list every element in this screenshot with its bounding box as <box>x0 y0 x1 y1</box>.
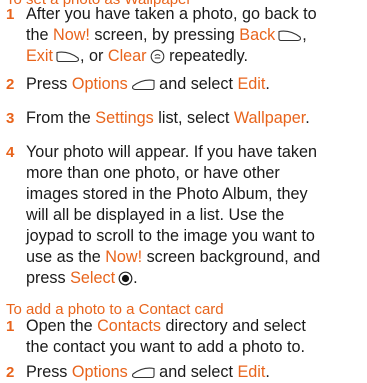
text: After you have taken a photo, go back to <box>26 5 317 23</box>
step-text: After you have taken a photo, go back to… <box>26 4 366 67</box>
text: use as the <box>26 248 106 266</box>
step-text: Open the Contacts directory and select t… <box>26 316 366 358</box>
options-key-label: Options <box>71 75 128 93</box>
text: Press <box>26 75 72 93</box>
select-key-label: Select <box>70 269 116 287</box>
now-screen-term: Now! <box>53 26 90 44</box>
step-text: Press Options and select Edit. <box>26 362 366 383</box>
step-number: 2 <box>6 76 15 93</box>
exit-key-label: Exit <box>26 47 53 65</box>
text: . <box>305 109 310 127</box>
text: repeatedly. <box>164 47 248 65</box>
softkey-left-icon <box>131 78 155 92</box>
text: and select <box>154 363 238 381</box>
manual-page: To set a photo as Wallpaper 1 After you … <box>0 0 367 383</box>
step-number: 1 <box>6 6 15 23</box>
clear-key-icon <box>150 49 165 64</box>
text: From the <box>26 109 96 127</box>
step-number: 1 <box>6 318 15 335</box>
settings-term: Settings <box>95 109 154 127</box>
text: , or <box>80 47 108 65</box>
clear-key-label: Clear <box>107 47 147 65</box>
step-number: 3 <box>6 110 15 127</box>
step-text: From the Settings list, select Wallpaper… <box>26 108 366 129</box>
period: . <box>133 269 138 287</box>
edit-term: Edit <box>237 75 266 93</box>
text: Open the <box>26 317 98 335</box>
text: screen background, and <box>142 248 321 266</box>
text: will all be displayed in a list. Use the <box>26 206 285 224</box>
text: joypad to scroll to the image you want t… <box>26 227 315 245</box>
comma: , <box>302 26 307 44</box>
text: and select <box>154 75 238 93</box>
text: . <box>265 75 270 93</box>
back-key-label: Back <box>239 26 276 44</box>
softkey-right-icon <box>56 50 80 64</box>
step-number: 4 <box>6 144 15 161</box>
step-number: 2 <box>6 364 15 381</box>
text: more than one photo, or have other <box>26 164 280 182</box>
text: Press <box>26 363 72 381</box>
step-text: Your photo will appear. If you have take… <box>26 142 366 289</box>
text: images stored in the Photo Album, they <box>26 185 308 203</box>
text: . <box>265 363 270 381</box>
text: press <box>26 269 71 287</box>
text: list, select <box>153 109 234 127</box>
options-key-label: Options <box>71 363 128 381</box>
softkey-left-icon <box>131 366 155 380</box>
text: the contact you want to add a photo to. <box>26 338 305 356</box>
text: directory and select <box>161 317 306 335</box>
text: Your photo will appear. If you have take… <box>26 143 317 161</box>
text: the <box>26 26 54 44</box>
step-text: Press Options and select Edit. <box>26 74 366 95</box>
edit-term: Edit <box>237 363 266 381</box>
now-screen-term: Now! <box>105 248 143 266</box>
text: screen, by pressing <box>89 26 240 44</box>
softkey-right-icon <box>278 29 302 43</box>
wallpaper-term: Wallpaper <box>233 109 306 127</box>
joypad-center-icon <box>118 271 133 286</box>
contacts-term: Contacts <box>97 317 161 335</box>
